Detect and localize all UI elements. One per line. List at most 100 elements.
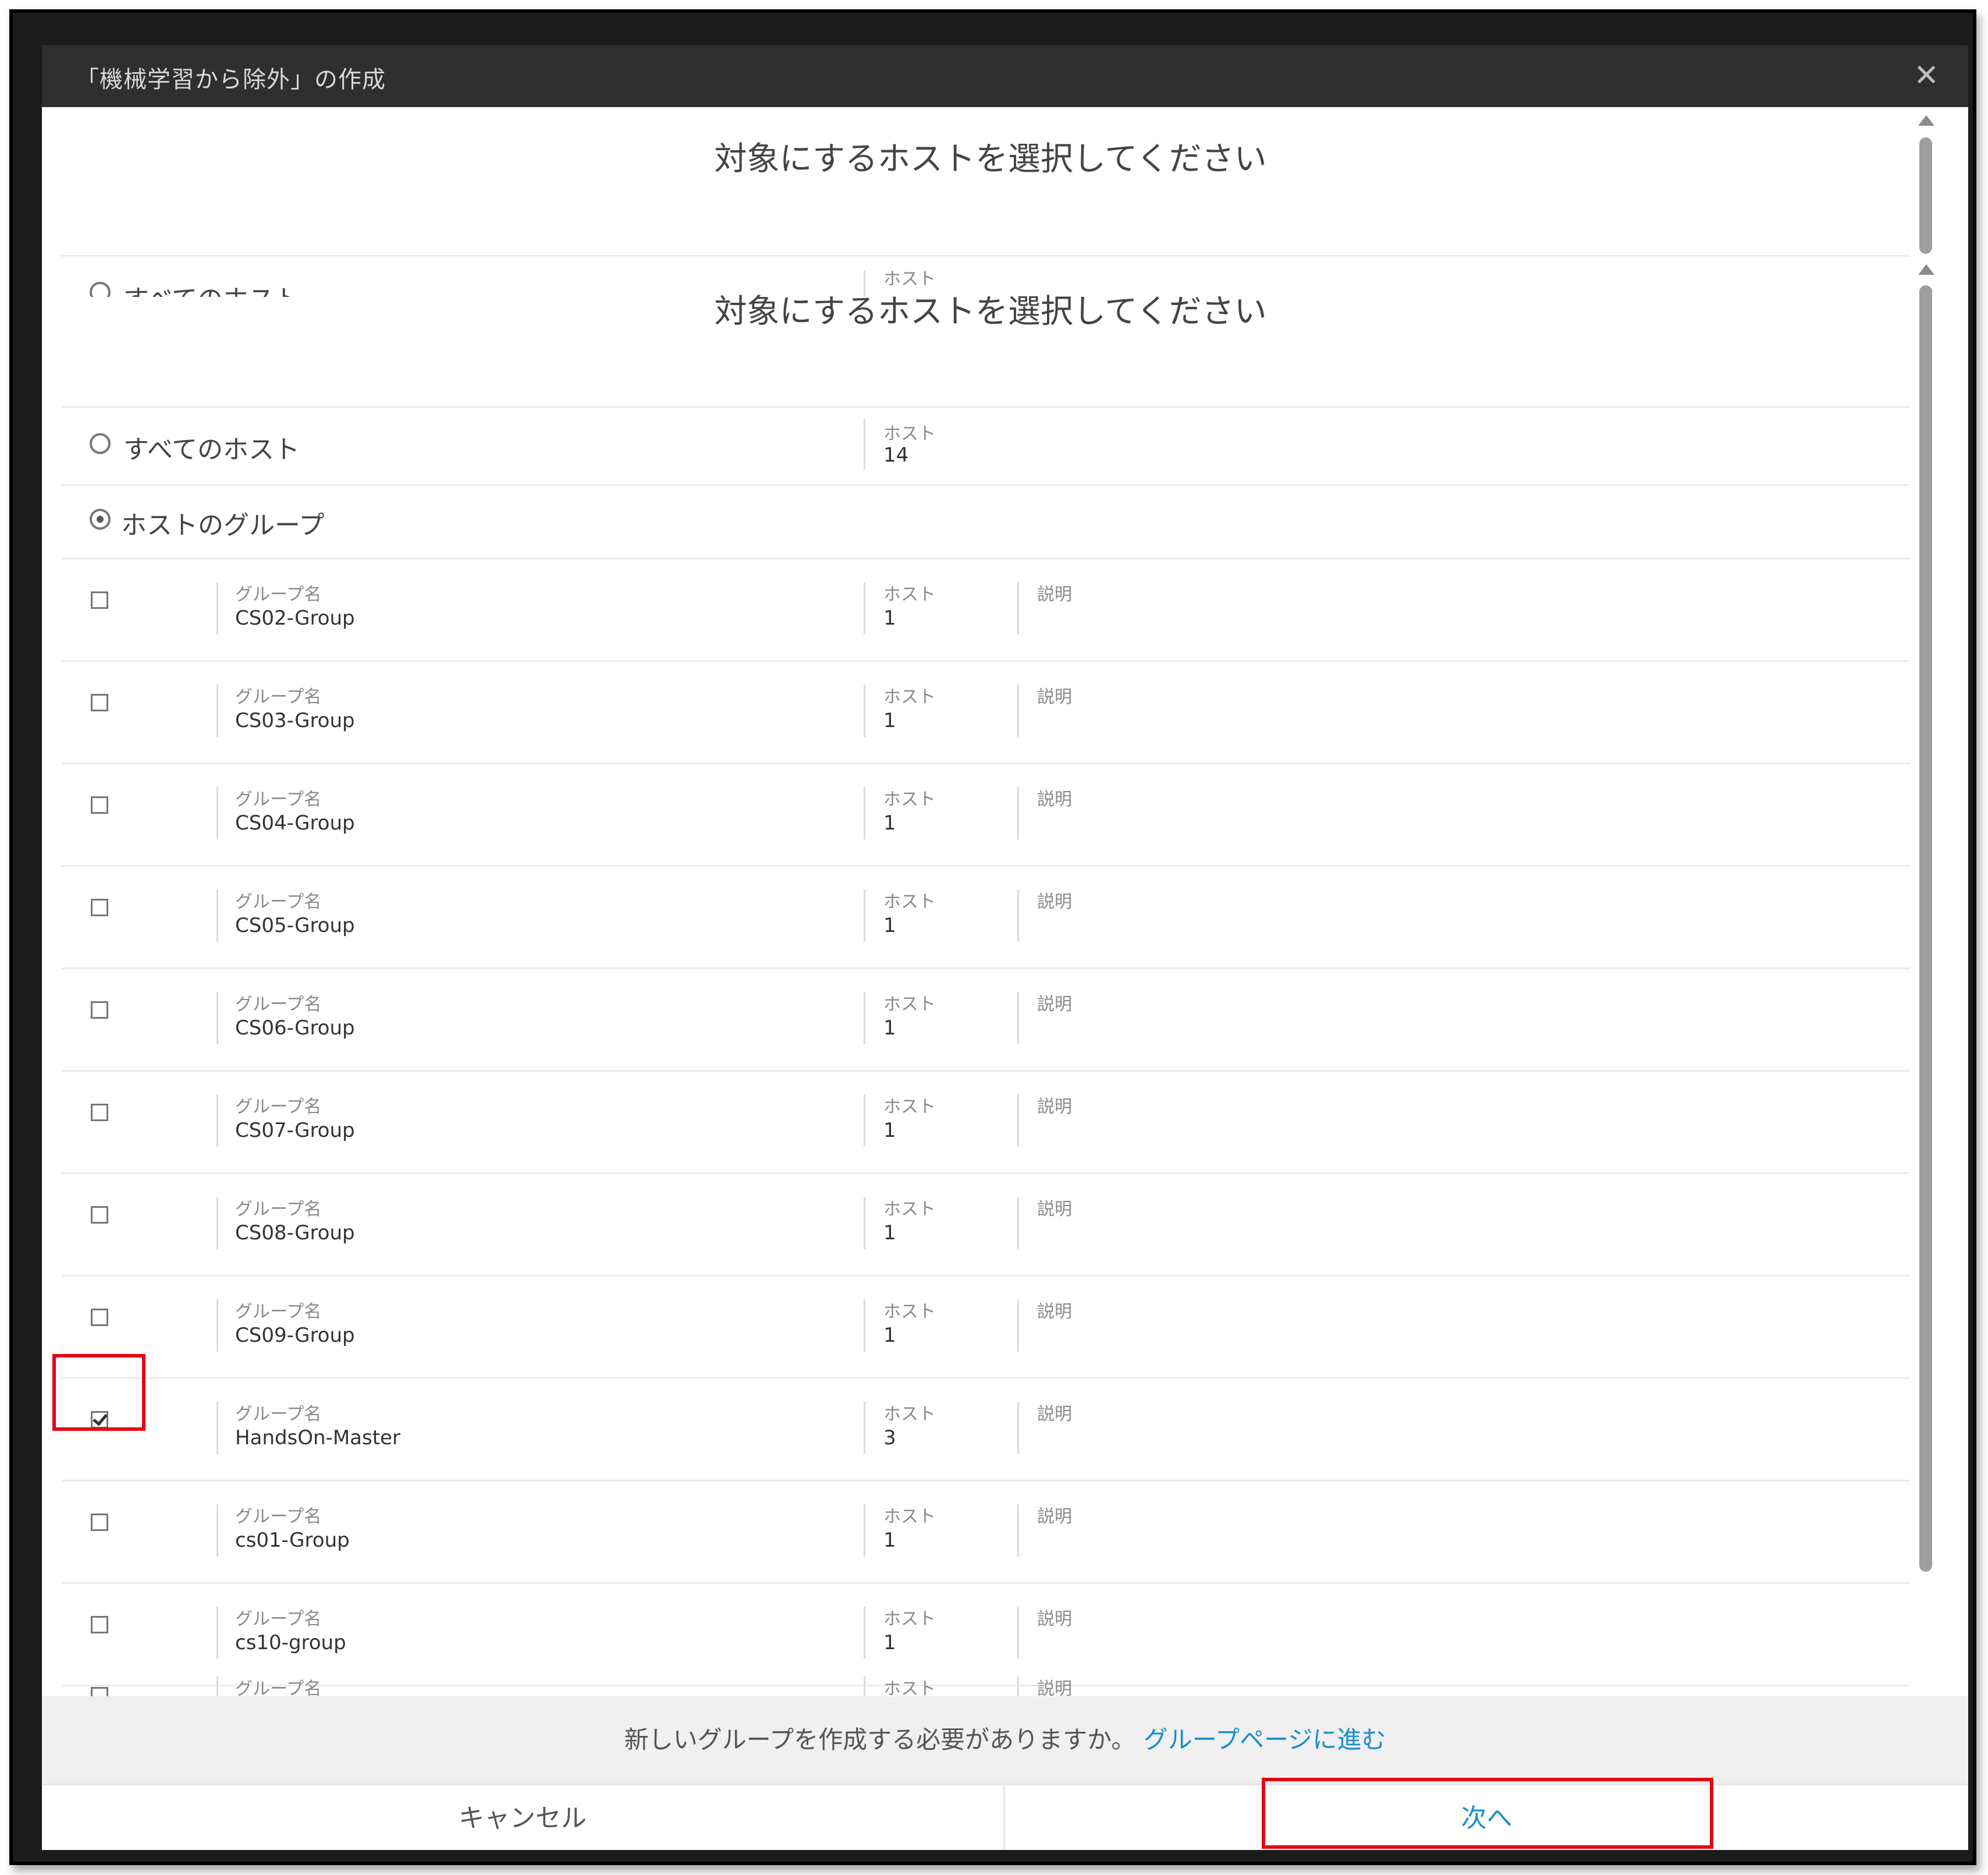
- column-separator: [864, 992, 865, 1044]
- all-hosts-count: 14: [883, 444, 909, 467]
- group-row[interactable]: グループ名 CS07-Group ホスト 1 説明: [42, 1071, 1939, 1174]
- group-checkbox[interactable]: [91, 1514, 108, 1531]
- host-caption: ホスト: [883, 687, 936, 707]
- column-separator: [1017, 1299, 1019, 1352]
- column-separator: [1017, 1607, 1019, 1659]
- group-name: CS09-Group: [235, 1324, 355, 1347]
- main-heading: 対象にするホストを選択してください: [714, 293, 1267, 331]
- column-separator: [216, 1094, 218, 1147]
- group-row[interactable]: グループ名 CS02-Group ホスト 1 説明: [42, 559, 1939, 662]
- description-caption: 説明: [1037, 1404, 1072, 1424]
- top-heading: 対象にするホストを選択してください: [714, 140, 1267, 178]
- group-host-count: 3: [883, 1426, 896, 1449]
- scroll-up-icon[interactable]: [1918, 264, 1934, 275]
- group-host-count: 1: [883, 1016, 896, 1040]
- group-checkbox[interactable]: [91, 796, 108, 814]
- host-caption: ホスト: [883, 1199, 936, 1220]
- group-name: CS07-Group: [235, 1119, 355, 1142]
- column-separator: [1017, 685, 1019, 737]
- group-checkbox[interactable]: [91, 591, 108, 609]
- group-name-caption: グループ名: [235, 892, 322, 912]
- all-hosts-label: すべてのホスト: [123, 435, 300, 465]
- column-separator: [1017, 1504, 1019, 1557]
- description-caption: 説明: [1037, 1097, 1072, 1117]
- column-separator: [864, 1094, 865, 1147]
- description-caption: 説明: [1037, 789, 1072, 810]
- scroll-thumb[interactable]: [1919, 137, 1932, 254]
- group-name-caption: グループ名: [235, 1679, 322, 1696]
- column-separator: [864, 1402, 865, 1454]
- group-host-count: 1: [883, 1119, 896, 1142]
- group-row[interactable]: グループ名 CS03-Group ホスト 1 説明: [42, 661, 1939, 764]
- cancel-button[interactable]: キャンセル: [42, 1785, 1005, 1850]
- close-icon[interactable]: ✕: [1914, 58, 1939, 93]
- group-name: CS08-Group: [235, 1221, 355, 1245]
- column-separator: [864, 1197, 865, 1249]
- scroll-up-icon[interactable]: [1918, 115, 1934, 126]
- column-separator: [216, 992, 218, 1044]
- group-checkbox[interactable]: [91, 899, 108, 916]
- highlight-next-box: [1262, 1778, 1713, 1849]
- group-host-count: 1: [883, 1221, 896, 1245]
- description-caption: 説明: [1037, 1679, 1072, 1696]
- column-separator: [216, 1402, 218, 1454]
- group-row[interactable]: グループ名 CS06-Group ホスト 1 説明: [42, 969, 1939, 1072]
- group-checkbox[interactable]: [91, 1001, 108, 1019]
- description-caption: 説明: [1037, 1507, 1072, 1527]
- create-group-note: 新しいグループを作成する必要がありますか。 グループページに進む: [42, 1696, 1968, 1784]
- column-separator: [1017, 1676, 1019, 1696]
- description-caption: 説明: [1037, 584, 1072, 605]
- group-name-caption: グループ名: [235, 1097, 322, 1117]
- host-caption: ホスト: [883, 1507, 936, 1527]
- dialog: 「機械学習から除外」の作成 ✕ 対象にするホストを選択してください すべてのホス…: [42, 45, 1968, 1850]
- column-separator: [216, 1504, 218, 1557]
- divider: [62, 406, 1918, 408]
- highlight-checkbox-box: [52, 1354, 145, 1431]
- group-checkbox[interactable]: [91, 1687, 108, 1696]
- column-separator: [216, 685, 218, 737]
- column-separator: [864, 1504, 865, 1557]
- host-caption: ホスト: [883, 1609, 936, 1629]
- group-host-count: 1: [883, 1529, 896, 1552]
- dialog-titlebar: 「機械学習から除外」の作成 ✕: [42, 45, 1968, 107]
- column-separator: [216, 889, 218, 942]
- column-separator: [864, 787, 865, 839]
- group-row[interactable]: グループ名 CS08-Group ホスト 1 説明: [42, 1174, 1939, 1277]
- column-separator: [1017, 582, 1019, 635]
- column-separator: [1017, 787, 1019, 839]
- group-checkbox[interactable]: [91, 1309, 108, 1326]
- group-checkbox[interactable]: [91, 1206, 108, 1224]
- column-separator: [864, 1299, 865, 1352]
- column-separator: [864, 419, 865, 469]
- all-hosts-radio[interactable]: [90, 433, 111, 454]
- group-host-count: 1: [883, 607, 896, 630]
- group-row[interactable]: グループ名 CS05-Group ホスト 1 説明: [42, 866, 1939, 969]
- group-checkbox[interactable]: [91, 1104, 108, 1121]
- top-scrollbar[interactable]: [1910, 107, 1939, 258]
- group-row[interactable]: グループ名 CS09-Group ホスト 1 説明: [42, 1276, 1939, 1379]
- group-name-caption: グループ名: [235, 584, 322, 605]
- column-separator: [216, 1676, 218, 1696]
- group-row[interactable]: グループ名 cs01-Group ホスト 1 説明: [42, 1481, 1939, 1584]
- host-caption: ホスト: [883, 1404, 936, 1424]
- host-caption: ホスト: [883, 424, 936, 444]
- host-caption: ホスト: [883, 1302, 936, 1322]
- description-caption: 説明: [1037, 1609, 1072, 1629]
- group-row[interactable]: グループ名 HandsOn-Master ホスト 3 説明: [42, 1378, 1939, 1481]
- description-caption: 説明: [1037, 687, 1072, 707]
- group-checkbox[interactable]: [91, 694, 108, 711]
- scroll-thumb[interactable]: [1919, 285, 1932, 1572]
- group-row[interactable]: グループ名 CS04-Group ホスト 1 説明: [42, 764, 1939, 867]
- host-caption: ホスト: [883, 994, 936, 1015]
- main-scrollbar[interactable]: [1910, 262, 1939, 1696]
- group-name: cs01-Group: [235, 1529, 350, 1552]
- group-checkbox[interactable]: [91, 1616, 108, 1633]
- host-group-radio[interactable]: [90, 509, 111, 530]
- host-caption: ホスト: [883, 892, 936, 912]
- column-separator: [1017, 1402, 1019, 1454]
- column-separator: [216, 1607, 218, 1659]
- group-name: CS04-Group: [235, 811, 355, 835]
- column-separator: [216, 787, 218, 839]
- dialog-body: 対象にするホストを選択してください すべてのホスト ホスト 対象にするホストを選…: [42, 107, 1939, 1696]
- group-page-link[interactable]: グループページに進む: [1144, 1725, 1386, 1754]
